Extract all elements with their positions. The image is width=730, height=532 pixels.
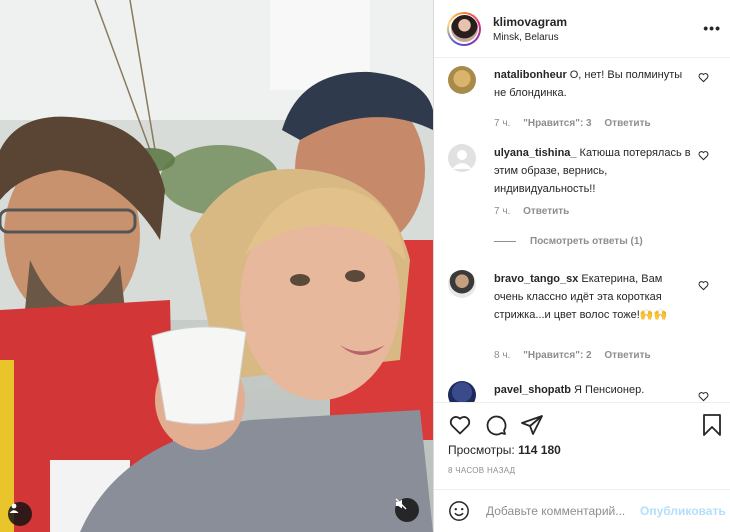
commenter-username[interactable]: bravo_tango_sx bbox=[494, 273, 578, 285]
speaker-muted-icon bbox=[395, 498, 407, 510]
comment-like-heart-icon[interactable] bbox=[698, 150, 709, 161]
comment-like-heart-icon[interactable] bbox=[698, 391, 709, 402]
comment-meta: 7 ч. "Нравится": 3 Ответить bbox=[494, 118, 661, 129]
post-timestamp[interactable]: 8 ЧАСОВ НАЗАД bbox=[448, 466, 515, 475]
comment-text: pavel_shopatb Я Пенсионер. bbox=[494, 381, 694, 399]
comment-likes[interactable]: "Нравится": 2 bbox=[523, 350, 592, 361]
commenter-username[interactable]: natalibonheur bbox=[494, 69, 567, 81]
mute-button[interactable] bbox=[395, 498, 419, 522]
comment-time: 7 ч. bbox=[494, 206, 511, 217]
tagged-users-button[interactable] bbox=[8, 502, 32, 526]
comment-meta: 7 ч. Ответить bbox=[494, 206, 579, 217]
comment-like-heart-icon[interactable] bbox=[698, 72, 709, 83]
comment-text: bravo_tango_sx Екатерина, Вам очень класс… bbox=[494, 270, 694, 324]
post-actions-bar bbox=[434, 402, 730, 442]
more-icon: ••• bbox=[703, 20, 721, 36]
author-username[interactable]: klimovagram bbox=[493, 15, 567, 29]
default-avatar-icon bbox=[452, 150, 472, 169]
comment-time: 7 ч. bbox=[494, 118, 511, 129]
post-header: klimovagram Minsk, Belarus ••• bbox=[434, 0, 730, 58]
bookmark-icon[interactable] bbox=[700, 413, 724, 437]
comment-icon[interactable] bbox=[484, 413, 508, 437]
view-replies-label: Посмотреть ответы (1) bbox=[530, 236, 643, 247]
comment-text: natalibonheur О, нет! Вы полминуты не бло… bbox=[494, 66, 694, 102]
comment-like-heart-icon[interactable] bbox=[698, 280, 709, 291]
views-count[interactable]: Просмотры: 114 180 bbox=[448, 443, 561, 457]
commenter-avatar[interactable] bbox=[448, 144, 476, 172]
user-tag-icon bbox=[9, 503, 19, 513]
post-location[interactable]: Minsk, Belarus bbox=[493, 32, 567, 43]
video-frame bbox=[0, 0, 433, 532]
author-avatar[interactable] bbox=[447, 11, 481, 46]
views-number: 114 180 bbox=[518, 443, 561, 457]
commenter-avatar[interactable] bbox=[448, 381, 476, 402]
comment-composer: Опубликовать bbox=[434, 489, 730, 532]
commenter-avatar[interactable] bbox=[448, 270, 476, 298]
reply-button[interactable]: Ответить bbox=[523, 206, 569, 217]
replies-divider bbox=[494, 241, 516, 242]
publish-button[interactable]: Опубликовать bbox=[640, 504, 726, 518]
emoji-icon[interactable] bbox=[448, 500, 470, 522]
commenter-avatar[interactable] bbox=[448, 66, 476, 94]
comment-input[interactable] bbox=[486, 504, 636, 518]
comment-meta: 8 ч. "Нравится": 2 Ответить bbox=[494, 350, 661, 361]
comment-likes[interactable]: "Нравится": 3 bbox=[523, 118, 592, 129]
views-label: Просмотры: bbox=[448, 443, 515, 457]
reply-button[interactable]: Ответить bbox=[604, 350, 650, 361]
commenter-username[interactable]: ulyana_tishina_ bbox=[494, 147, 577, 159]
post-media[interactable] bbox=[0, 0, 433, 532]
view-replies-button[interactable]: Посмотреть ответы (1) bbox=[494, 236, 643, 247]
post-side-panel: klimovagram Minsk, Belarus ••• natalibon… bbox=[433, 0, 730, 532]
comment-time: 8 ч. bbox=[494, 350, 511, 361]
reply-button[interactable]: Ответить bbox=[604, 118, 650, 129]
commenter-username[interactable]: pavel_shopatb bbox=[494, 384, 571, 396]
comments-list[interactable]: natalibonheur О, нет! Вы полминуты не бло… bbox=[434, 58, 730, 402]
comment-text: ulyana_tishina_ Катюша потерялась в этим … bbox=[494, 144, 694, 198]
more-options-button[interactable]: ••• bbox=[703, 20, 721, 36]
comment-message: Я Пенсионер. bbox=[574, 384, 645, 396]
paper-plane-icon[interactable] bbox=[520, 413, 544, 437]
heart-icon[interactable] bbox=[448, 413, 472, 437]
